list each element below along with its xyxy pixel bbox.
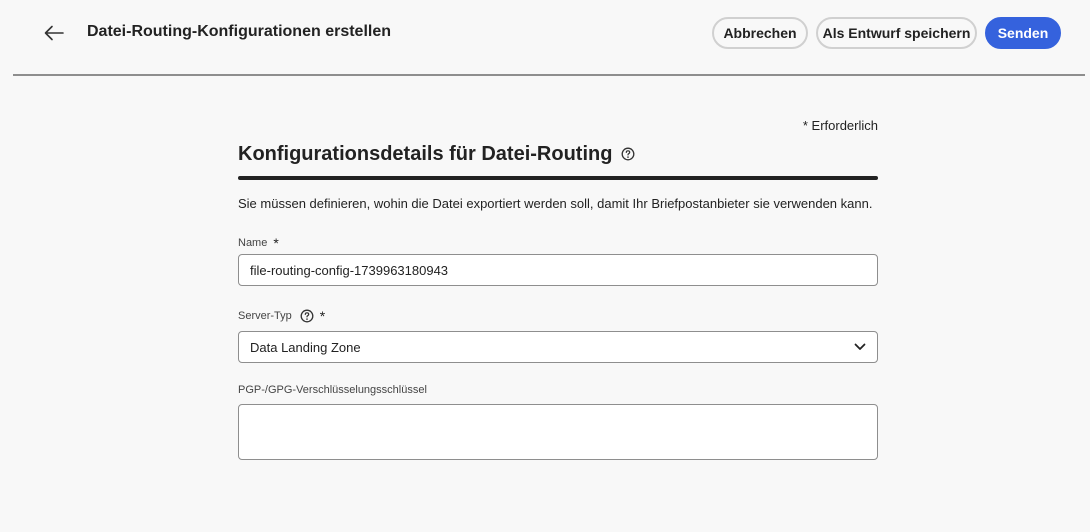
chevron-down-icon xyxy=(854,343,866,350)
server-type-label: Server-Typ * xyxy=(238,308,325,324)
section-title: Konfigurationsdetails für Datei-Routing xyxy=(238,142,635,166)
header-divider xyxy=(13,74,1085,76)
required-note: * Erforderlich xyxy=(802,118,878,133)
name-input-value: file-routing-config-1739963180943 xyxy=(250,262,449,278)
name-input[interactable]: file-routing-config-1739963180943 xyxy=(238,254,878,286)
pgp-key-textarea[interactable] xyxy=(238,404,878,460)
save-draft-button[interactable]: Als Entwurf speichern xyxy=(816,17,977,49)
server-type-label-text: Server-Typ xyxy=(238,310,292,322)
required-star: * xyxy=(273,235,279,251)
page-title: Datei-Routing-Konfigurationen erstellen xyxy=(87,23,391,40)
section-description: Sie müssen definieren, wohin die Datei e… xyxy=(238,196,873,211)
required-star: * xyxy=(319,308,326,324)
pgp-key-label: PGP-/GPG-Verschlüsselungsschlüssel xyxy=(238,384,427,396)
section-divider xyxy=(238,176,878,180)
help-icon[interactable] xyxy=(300,309,314,323)
back-button[interactable] xyxy=(40,19,68,47)
submit-button[interactable]: Senden xyxy=(985,17,1061,49)
header-bar: Datei-Routing-Konfigurationen erstellen … xyxy=(0,0,1090,75)
pgp-key-label-text: PGP-/GPG-Verschlüsselungsschlüssel xyxy=(238,384,427,396)
server-type-selected-value: Data Landing Zone xyxy=(250,339,361,355)
cancel-button[interactable]: Abbrechen xyxy=(712,17,808,49)
arrow-left-icon xyxy=(44,25,64,41)
server-type-select[interactable]: Data Landing Zone xyxy=(238,331,878,363)
name-label-text: Name xyxy=(238,237,268,249)
section-title-text: Konfigurationsdetails für Datei-Routing xyxy=(238,143,613,165)
name-label: Name * xyxy=(238,235,279,251)
help-icon[interactable] xyxy=(621,147,635,161)
